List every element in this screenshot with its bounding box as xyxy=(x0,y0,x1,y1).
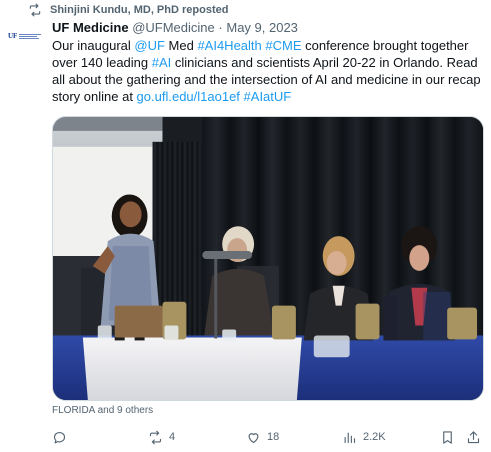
tweet-photo[interactable] xyxy=(52,116,484,401)
like-count: 18 xyxy=(267,431,280,443)
heart-icon xyxy=(248,432,259,443)
text-segment: Our inaugural xyxy=(52,38,135,53)
repost-text: Shinjini Kundu, MD, PhD reposted xyxy=(50,4,229,16)
views-button[interactable]: 2.2K xyxy=(342,427,386,447)
hashtag-link[interactable]: #AI4Health xyxy=(197,38,261,53)
conference-photo xyxy=(53,117,483,400)
tweet-date[interactable]: May 9, 2023 xyxy=(226,20,298,35)
url-link[interactable]: go.ufl.edu/l1ao1ef xyxy=(137,89,240,104)
text-segment: Med xyxy=(164,38,198,53)
share-button[interactable] xyxy=(466,427,487,447)
bookmark-button[interactable] xyxy=(440,427,461,447)
avatar[interactable]: UF xyxy=(8,28,46,44)
tweet-header: UF Medicine @UFMedicine · May 9, 2023 xyxy=(52,20,298,35)
reply-icon xyxy=(53,431,66,443)
user-handle[interactable]: @UFMedicine xyxy=(132,20,215,35)
repost-icon xyxy=(29,3,41,17)
hashtag-link[interactable]: #AI xyxy=(152,55,172,70)
header-separator: · xyxy=(218,20,223,35)
retweet-button[interactable]: 4 xyxy=(148,427,175,447)
repost-indicator[interactable]: Shinjini Kundu, MD, PhD reposted xyxy=(28,2,228,18)
tweet-actions: 4 18 2.2K xyxy=(52,427,484,447)
bookmark-icon xyxy=(443,430,452,444)
hashtag-link[interactable]: #AIatUF xyxy=(244,89,292,104)
display-name[interactable]: UF Medicine xyxy=(52,20,129,35)
views-count: 2.2K xyxy=(363,431,386,443)
avatar-logo-text: UF xyxy=(8,32,18,40)
reply-button[interactable] xyxy=(52,427,73,447)
like-button[interactable]: 18 xyxy=(246,427,279,447)
retweet-count: 4 xyxy=(169,431,176,443)
share-icon xyxy=(467,430,480,443)
avatar-logo-lines xyxy=(19,33,42,39)
mention-link[interactable]: @UF xyxy=(134,38,165,53)
tagged-users[interactable]: FLORIDA and 9 others xyxy=(52,405,153,416)
hashtag-link[interactable]: #CME xyxy=(265,38,301,53)
tweet-text: Our inaugural @UF Med #AI4Health #CME co… xyxy=(52,37,484,105)
views-icon xyxy=(344,432,356,443)
retweet-icon xyxy=(149,430,162,444)
